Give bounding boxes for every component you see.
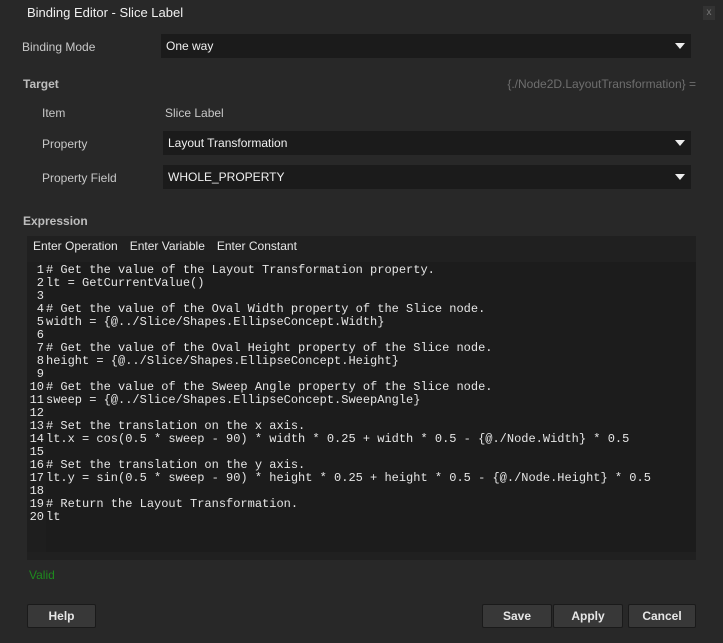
code-text: # Set the translation on the y axis. <box>46 458 306 472</box>
code-text: # Get the value of the Layout Transforma… <box>46 263 435 277</box>
code-text: sweep = {@../Slice/Shapes.EllipseConcept… <box>46 393 421 407</box>
code-text: lt.y = sin(0.5 * sweep - 90) * height * … <box>46 471 651 485</box>
target-section-label: Target <box>23 77 59 91</box>
expression-editor: Enter Operation Enter Variable Enter Con… <box>27 236 696 560</box>
code-text: lt <box>46 510 61 524</box>
code-line: 20 lt <box>27 510 61 524</box>
chevron-down-icon <box>675 174 685 180</box>
apply-button[interactable]: Apply <box>553 604 623 628</box>
code-text: # Get the value of the Oval Width proper… <box>46 302 486 316</box>
chevron-down-icon <box>675 43 685 49</box>
enter-variable-button[interactable]: Enter Variable <box>130 239 205 253</box>
code-line: 11 sweep = {@../Slice/Shapes.EllipseConce… <box>27 393 421 407</box>
code-line: 14 lt.x = cos(0.5 * sweep - 90) * width *… <box>27 432 630 446</box>
chevron-down-icon <box>675 140 685 146</box>
enter-operation-button[interactable]: Enter Operation <box>33 239 118 253</box>
property-value: Layout Transformation <box>168 136 288 150</box>
code-line: 8 height = {@../Slice/Shapes.EllipseConce… <box>27 355 399 368</box>
property-dropdown[interactable]: Layout Transformation <box>163 131 691 155</box>
close-button[interactable]: x <box>703 6 715 20</box>
code-line: 17 lt.y = sin(0.5 * sweep - 90) * height … <box>27 472 651 485</box>
expression-toolbar: Enter Operation Enter Variable Enter Con… <box>33 239 297 253</box>
code-text: # Get the value of the Oval Height prope… <box>46 341 493 355</box>
save-button[interactable]: Save <box>482 604 552 628</box>
target-path: {./Node2D.LayoutTransformation} = <box>507 77 696 91</box>
binding-mode-dropdown[interactable]: One way <box>161 34 691 58</box>
expression-section-label: Expression <box>23 214 88 228</box>
property-field-label: Property Field <box>42 171 117 185</box>
code-text: # Set the translation on the x axis. <box>46 419 306 433</box>
code-text: width = {@../Slice/Shapes.EllipseConcept… <box>46 315 385 329</box>
property-label: Property <box>42 137 88 151</box>
cancel-button[interactable]: Cancel <box>628 604 696 628</box>
property-field-value: WHOLE_PROPERTY <box>168 170 285 184</box>
code-line: 19 # Return the Layout Transformation. <box>27 498 298 511</box>
code-textarea[interactable]: 1 # Get the value of the Layout Transform… <box>27 262 696 552</box>
validation-status: Valid <box>29 568 55 582</box>
item-value: Slice Label <box>165 106 224 120</box>
item-label: Item <box>42 106 66 120</box>
line-number: 20 <box>29 510 44 524</box>
dialog-title: Binding Editor - Slice Label <box>27 5 184 20</box>
binding-mode-label: Binding Mode <box>22 40 96 54</box>
property-field-dropdown[interactable]: WHOLE_PROPERTY <box>163 165 691 189</box>
binding-mode-value: One way <box>166 39 214 53</box>
code-text: # Return the Layout Transformation. <box>46 497 299 511</box>
code-line: 5 width = {@../Slice/Shapes.EllipseConcep… <box>27 315 385 329</box>
code-text: lt.x = cos(0.5 * sweep - 90) * width * 0… <box>46 432 630 446</box>
enter-constant-button[interactable]: Enter Constant <box>217 239 297 253</box>
code-text: lt = GetCurrentValue() <box>46 276 205 290</box>
help-button[interactable]: Help <box>27 604 96 628</box>
code-line: 2 lt = GetCurrentValue() <box>27 276 205 290</box>
code-text: # Get the value of the Sweep Angle prope… <box>46 380 493 394</box>
code-text: height = {@../Slice/Shapes.EllipseConcep… <box>46 354 399 368</box>
